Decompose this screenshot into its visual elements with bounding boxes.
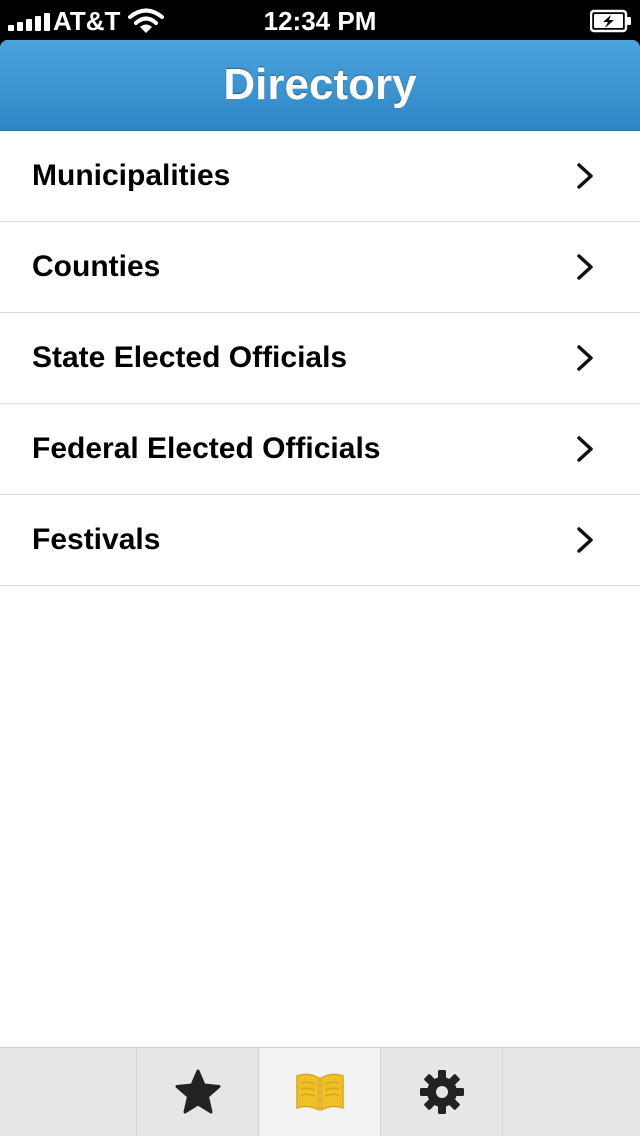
phone-screen: AT&T 12:34 PM Directory Municipalities C… xyxy=(0,0,640,1136)
directory-list: Municipalities Counties State Elected Of… xyxy=(0,131,640,586)
tab-bar xyxy=(0,1047,640,1136)
list-item-label: State Elected Officials xyxy=(32,341,348,374)
tab-directory[interactable] xyxy=(259,1048,381,1136)
chevron-right-icon xyxy=(577,436,593,462)
tab-bar-spacer-right xyxy=(503,1048,640,1136)
content-bottom-edge xyxy=(0,1025,640,1048)
tab-favorites[interactable] xyxy=(137,1048,259,1136)
list-item-label: Counties xyxy=(32,250,161,283)
list-item-state-elected-officials[interactable]: State Elected Officials xyxy=(0,313,640,404)
list-item-federal-elected-officials[interactable]: Federal Elected Officials xyxy=(0,404,640,495)
list-item-label: Festivals xyxy=(32,523,161,556)
list-item-label: Federal Elected Officials xyxy=(32,432,381,465)
chevron-right-icon xyxy=(577,345,593,371)
tab-bar-spacer-left xyxy=(0,1048,137,1136)
book-icon xyxy=(295,1073,344,1111)
list-item-label: Municipalities xyxy=(32,159,231,192)
app-view: Directory Municipalities Counties State … xyxy=(0,40,640,1136)
page-title: Directory xyxy=(223,60,417,109)
tab-settings[interactable] xyxy=(381,1048,503,1136)
status-time: 12:34 PM xyxy=(263,6,377,36)
battery-charging-icon xyxy=(590,9,631,33)
status-bar: AT&T 12:34 PM xyxy=(0,0,640,40)
gear-icon xyxy=(419,1070,464,1114)
chevron-right-icon xyxy=(577,254,593,280)
navigation-bar: Directory xyxy=(0,40,640,131)
star-icon xyxy=(175,1069,220,1114)
list-item-counties[interactable]: Counties xyxy=(0,222,640,313)
chevron-right-icon xyxy=(577,163,593,189)
list-item-festivals[interactable]: Festivals xyxy=(0,495,640,586)
list-item-municipalities[interactable]: Municipalities xyxy=(0,131,640,222)
chevron-right-icon xyxy=(577,527,593,553)
